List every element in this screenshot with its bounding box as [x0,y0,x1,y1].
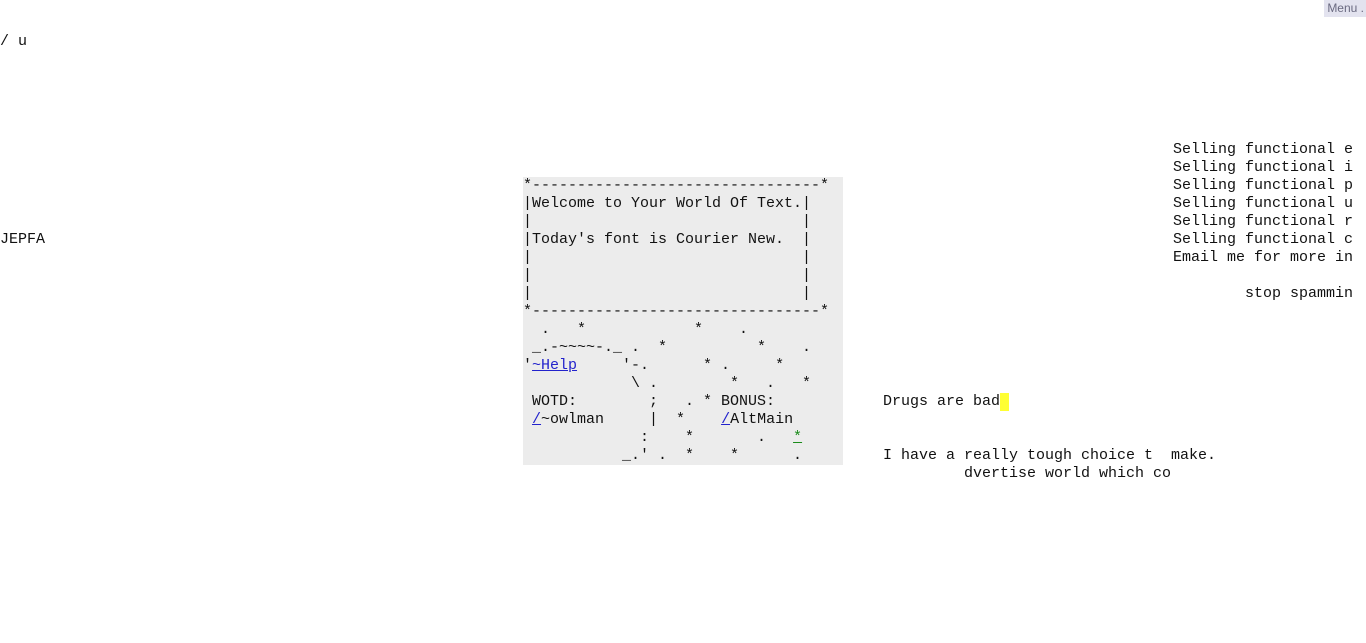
welcome-line: |Welcome to Your World Of Text.| [523,195,812,212]
text-fragment: JEPFA [0,231,46,248]
panel-blank-line: | | [523,213,812,230]
spam-line: Selling functional p [1173,177,1354,194]
panel-border-bottom: *--------------------------------* [523,303,830,320]
panel-blank-line: | | [523,285,812,302]
links-row: /~owlman | * /AltMain [523,411,793,429]
choice-text: I have a really tough choice t make. [883,447,1217,464]
help-row: '~Help '-. * . * [523,357,784,375]
text-cursor[interactable] [1000,393,1010,411]
ascii-stars: . * * . [523,321,749,338]
spam-line: Selling functional e [1173,141,1354,158]
wotd-bonus-row: WOTD: ; . * BONUS: [523,393,776,410]
choice-text: dvertise world which co [883,465,1172,482]
panel-blank-line: | | [523,267,812,284]
star-link[interactable]: * [793,429,802,446]
ascii-art: _.-~~~~-._ . * * . [523,339,812,356]
spam-line: Selling functional c [1173,231,1354,248]
star-row: : * . * [523,429,802,447]
welcome-panel: *--------------------------------* |Welc… [523,177,843,465]
font-line: |Today's font is Courier New. | [523,231,812,248]
ascii-art: _.' . * * . [523,447,803,464]
spam-line: Selling functional i [1173,159,1354,176]
ascii-art: ' [523,357,533,374]
owlman-link[interactable]: / [532,411,541,428]
menu-button[interactable]: Menu . [1324,0,1366,17]
spam-line: Selling functional u [1173,195,1354,212]
spam-line: Email me for more in [1173,249,1354,266]
spam-line: stop spammin [1173,285,1354,302]
altmain-label: AltMain [730,411,794,428]
altmain-link[interactable]: / [721,411,730,428]
spam-line: Selling functional r [1173,213,1354,230]
help-link[interactable]: ~Help [532,357,577,374]
panel-blank-line: | | [523,249,812,266]
owlman-label: ~owlman | * [541,411,722,428]
ascii-art: \ . * . * [523,375,812,392]
ascii-art: : * . [523,429,794,446]
drugs-text: Drugs are bad [883,393,1010,411]
panel-border-top: *--------------------------------* [523,177,830,194]
text-fragment: / u [0,33,28,50]
ascii-art: '-. * . * [577,357,785,374]
